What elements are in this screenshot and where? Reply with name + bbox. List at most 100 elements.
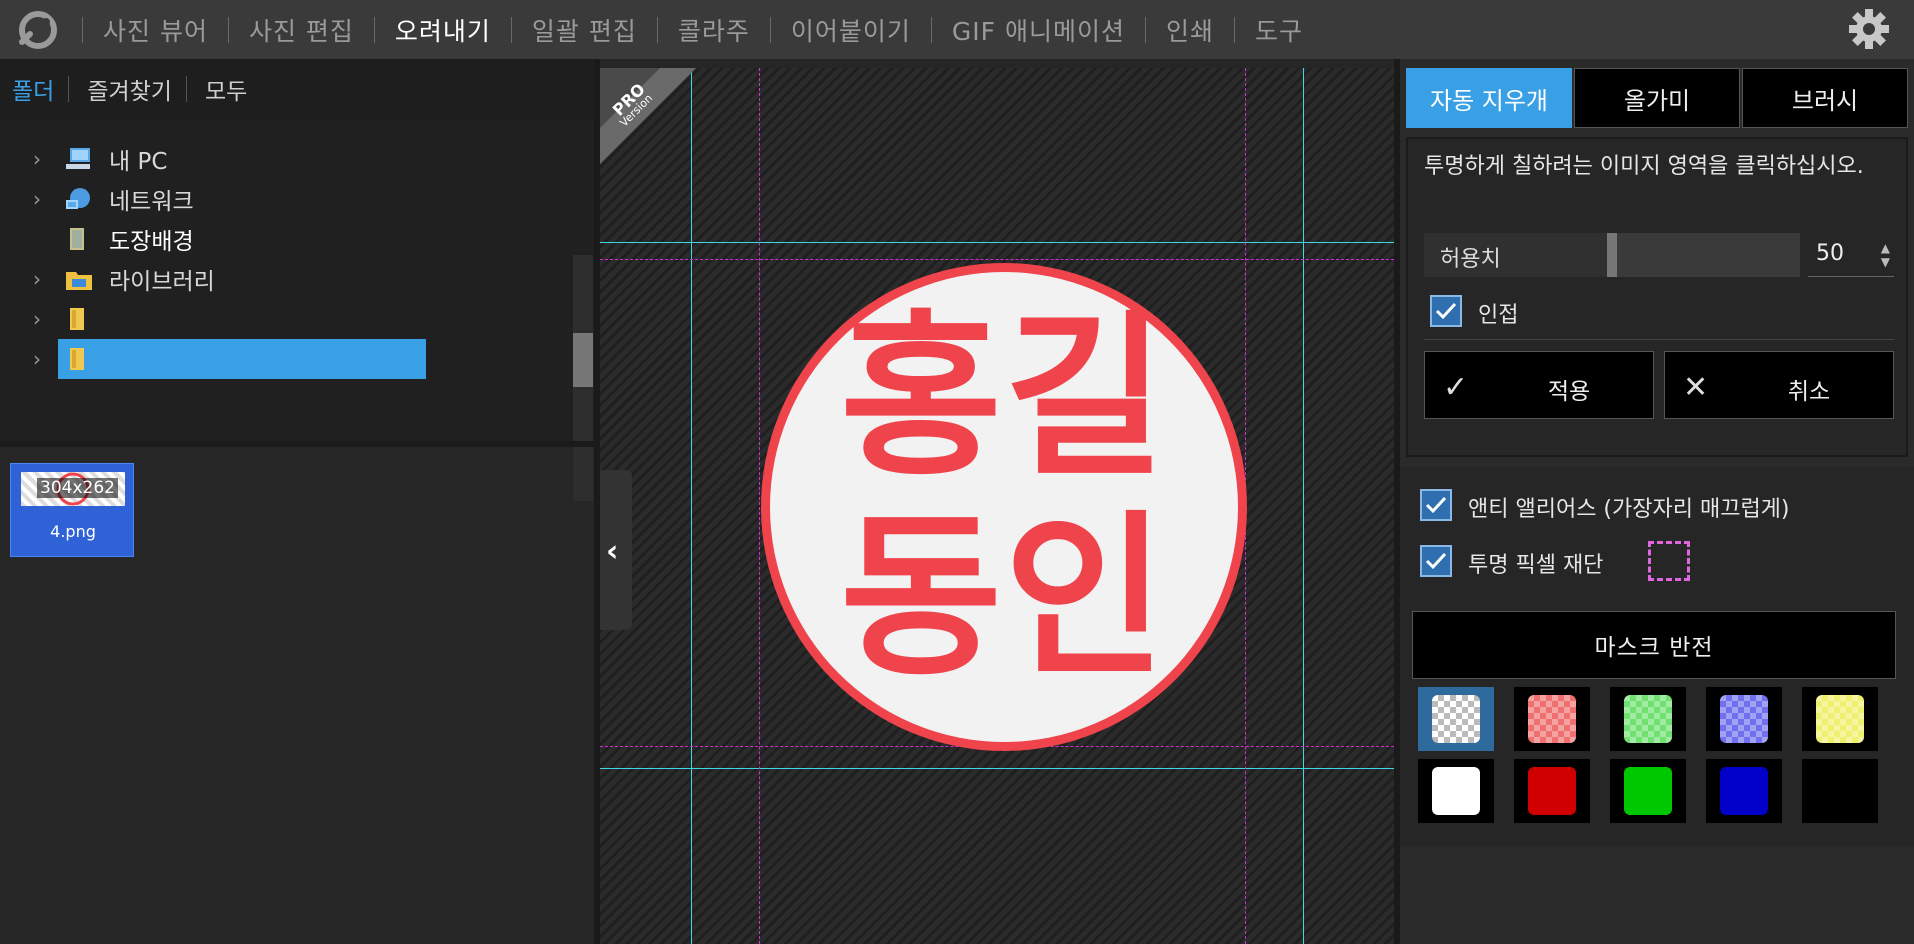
swatch-color <box>1432 767 1480 815</box>
tab-separator <box>68 76 70 102</box>
settings-gear-icon[interactable] <box>1848 8 1890 50</box>
swatch-color <box>1720 767 1768 815</box>
tab-favorites[interactable]: 즐겨찾기 <box>87 72 186 106</box>
swatch-green[interactable] <box>1610 759 1686 823</box>
antialias-label: 앤티 앨리어스 (가장자리 매끄럽게) <box>1468 497 1790 522</box>
menu-cutout[interactable]: 오려내기 <box>375 12 511 48</box>
menu-combine[interactable]: 이어붙이기 <box>771 12 931 48</box>
tree-item-folder[interactable]: › <box>0 299 560 339</box>
tab-lasso[interactable]: 올가미 <box>1574 68 1740 128</box>
expand-chevron-icon[interactable]: › <box>33 307 41 331</box>
tree-item-label: 도장배경 <box>109 229 194 255</box>
expand-chevron-icon[interactable]: › <box>33 187 41 211</box>
cancel-button-label: 취소 <box>1787 379 1831 405</box>
stamp-image[interactable]: 홍길 동인 <box>761 263 1247 751</box>
apply-button-label: 적용 <box>1547 379 1591 405</box>
tree-item-folder[interactable]: › <box>0 339 560 379</box>
chevron-left-icon: ‹ <box>606 534 619 569</box>
swatch-color <box>1624 695 1672 743</box>
folder-tree: › 내 PC › 네트워크 도장배경 › 라이브러리 › › <box>0 119 594 501</box>
divider <box>1424 339 1894 340</box>
tree-item-label: 라이브러리 <box>109 269 215 295</box>
panel-splitter[interactable] <box>0 441 594 447</box>
menu-photo-edit[interactable]: 사진 편집 <box>229 12 374 48</box>
close-icon: ✕ <box>1683 370 1709 405</box>
top-menu-bar: 사진 뷰어 사진 편집 오려내기 일괄 편집 콜라주 이어붙이기 GIF 애니메… <box>0 0 1914 59</box>
swatch-color <box>1816 695 1864 743</box>
swatch-blue[interactable] <box>1706 759 1782 823</box>
instruction-text: 투명하게 칠하려는 이미지 영역을 클릭하십시오. <box>1424 154 1864 179</box>
tree-item-libraries[interactable]: › 라이브러리 <box>0 259 560 299</box>
bounds-guide-line <box>600 259 1394 260</box>
collapse-panel-button[interactable]: ‹ <box>600 470 632 630</box>
swatch-blue-checker[interactable] <box>1706 687 1782 751</box>
crop-guide-line[interactable] <box>1303 68 1304 944</box>
thumbnail-dimensions: 304x262 <box>37 478 118 498</box>
trim-selection-icon <box>1648 541 1690 581</box>
computer-icon <box>64 146 94 172</box>
menu-photo-viewer[interactable]: 사진 뷰어 <box>83 12 228 48</box>
apply-button[interactable]: ✓ 적용 <box>1424 351 1654 419</box>
file-thumbnail[interactable]: 304x262 4.png <box>10 463 134 557</box>
swatch-black[interactable] <box>1802 759 1878 823</box>
tree-item-network[interactable]: › 네트워크 <box>0 179 560 219</box>
expand-chevron-icon[interactable]: › <box>33 347 41 371</box>
tree-item-stamp-background[interactable]: 도장배경 <box>0 219 560 259</box>
folder-icon <box>64 346 94 372</box>
left-panel: 폴더 즐겨찾기 모두 › 내 PC › 네트워크 도장배경 › 라이브러리 › … <box>0 59 594 944</box>
expand-chevron-icon[interactable]: › <box>33 267 41 291</box>
menu-tools[interactable]: 도구 <box>1235 12 1323 48</box>
stamp-text-line-2: 동인 <box>840 495 1168 700</box>
checkmark-icon: ✓ <box>1443 370 1469 405</box>
swatch-color <box>1624 767 1672 815</box>
trim-transparent-label: 투명 픽셀 재단 <box>1468 553 1604 578</box>
crop-guide-line[interactable] <box>691 68 692 944</box>
tree-scroll-thumb[interactable] <box>573 333 593 387</box>
main-menu: 사진 뷰어 사진 편집 오려내기 일괄 편집 콜라주 이어붙이기 GIF 애니메… <box>82 0 1323 59</box>
swatch-color <box>1432 695 1480 743</box>
right-panel: 자동 지우개 올가미 브러시 투명하게 칠하려는 이미지 영역을 클릭하십시오.… <box>1394 59 1914 944</box>
tree-item-label: 내 PC <box>109 149 168 175</box>
trim-transparent-checkbox[interactable] <box>1420 545 1452 577</box>
menu-print[interactable]: 인쇄 <box>1146 12 1234 48</box>
right-panel-border <box>1394 59 1400 944</box>
folder-icon <box>64 226 94 252</box>
image-canvas[interactable]: 홍길 동인 PRO Version ‹ <box>600 68 1394 944</box>
tab-brush[interactable]: 브러시 <box>1742 68 1908 128</box>
cancel-button[interactable]: ✕ 취소 <box>1664 351 1894 419</box>
network-icon <box>64 186 94 212</box>
tree-scrollbar[interactable] <box>573 255 593 501</box>
invert-mask-button[interactable]: 마스크 반전 <box>1412 611 1896 679</box>
swatch-green-checker[interactable] <box>1610 687 1686 751</box>
swatch-color <box>1528 767 1576 815</box>
tolerance-value-field[interactable]: 50 ▲ ▼ <box>1808 233 1894 277</box>
menu-gif-animation[interactable]: GIF 애니메이션 <box>932 12 1145 48</box>
swatch-red-checker[interactable] <box>1514 687 1590 751</box>
crop-guide-line[interactable] <box>600 242 1394 243</box>
tab-separator <box>185 76 187 102</box>
tolerance-slider[interactable]: 허용치 <box>1424 233 1800 277</box>
menu-collage[interactable]: 콜라주 <box>658 12 770 48</box>
tab-folder[interactable]: 폴더 <box>12 72 68 106</box>
swatch-white[interactable] <box>1418 759 1494 823</box>
spin-arrows-icon[interactable]: ▲ ▼ <box>1881 241 1890 269</box>
library-folder-icon <box>64 266 94 292</box>
tab-all[interactable]: 모두 <box>205 72 261 106</box>
tool-tabs: 자동 지우개 올가미 브러시 <box>1406 68 1908 128</box>
crop-guide-line[interactable] <box>600 768 1394 769</box>
swatch-transparent[interactable] <box>1418 687 1494 751</box>
tab-auto-eraser[interactable]: 자동 지우개 <box>1406 68 1572 128</box>
tolerance-slider-thumb[interactable] <box>1607 233 1617 277</box>
menu-batch-edit[interactable]: 일괄 편집 <box>512 12 657 48</box>
tree-item-my-pc[interactable]: › 내 PC <box>0 139 560 179</box>
swatch-color <box>1816 767 1864 815</box>
thumbnail-filename: 4.png <box>50 522 96 541</box>
tolerance-value: 50 <box>1816 241 1844 266</box>
antialias-checkbox[interactable] <box>1420 489 1452 521</box>
app-logo-icon[interactable] <box>16 8 60 52</box>
adjacent-checkbox[interactable] <box>1430 295 1462 327</box>
tolerance-label: 허용치 <box>1440 247 1501 272</box>
swatch-red[interactable] <box>1514 759 1590 823</box>
swatch-yellow-checker[interactable] <box>1802 687 1878 751</box>
expand-chevron-icon[interactable]: › <box>33 147 41 171</box>
